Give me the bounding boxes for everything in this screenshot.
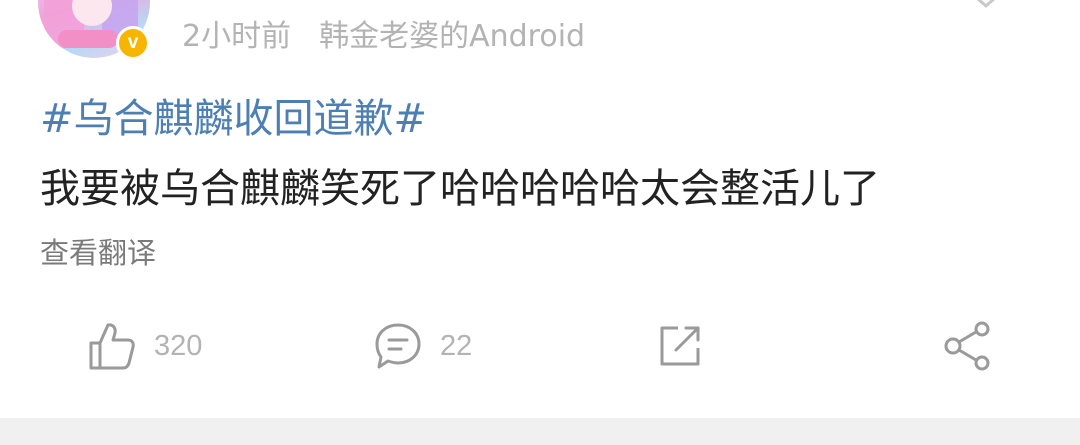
- translate-button[interactable]: 查看翻译: [40, 234, 156, 272]
- repost-arrow-icon: [660, 326, 700, 366]
- post-text: 我要被乌合麒麟笑死了哈哈哈哈哈太会整活儿了: [40, 166, 880, 212]
- repost-button[interactable]: [656, 318, 704, 374]
- share-button[interactable]: [942, 318, 994, 374]
- chevron-down-icon[interactable]: [964, 0, 1008, 14]
- topic-hashtag-link[interactable]: #乌合麒麟收回道歉#: [40, 94, 427, 144]
- weibo-post-card: v 2小时前 韩金老婆的Android #乌合麒麟收回道歉# 我要被乌合麒麟笑死了…: [0, 0, 1080, 418]
- post-source[interactable]: 韩金老婆的Android: [319, 19, 585, 54]
- avatar-art: [58, 30, 118, 48]
- like-count: 320: [154, 329, 203, 362]
- like-button[interactable]: 320: [88, 318, 202, 374]
- comment-button[interactable]: 22: [374, 318, 472, 374]
- post-meta: 2小时前 韩金老婆的Android: [182, 18, 585, 56]
- comment-bubble-icon: [375, 323, 421, 369]
- post-time: 2小时前: [182, 19, 292, 54]
- verified-badge: v: [116, 26, 150, 60]
- comment-count: 22: [440, 329, 473, 362]
- thumbs-up-icon: [89, 323, 135, 370]
- share-nodes-icon: [944, 321, 990, 371]
- feed-divider: [0, 418, 1080, 445]
